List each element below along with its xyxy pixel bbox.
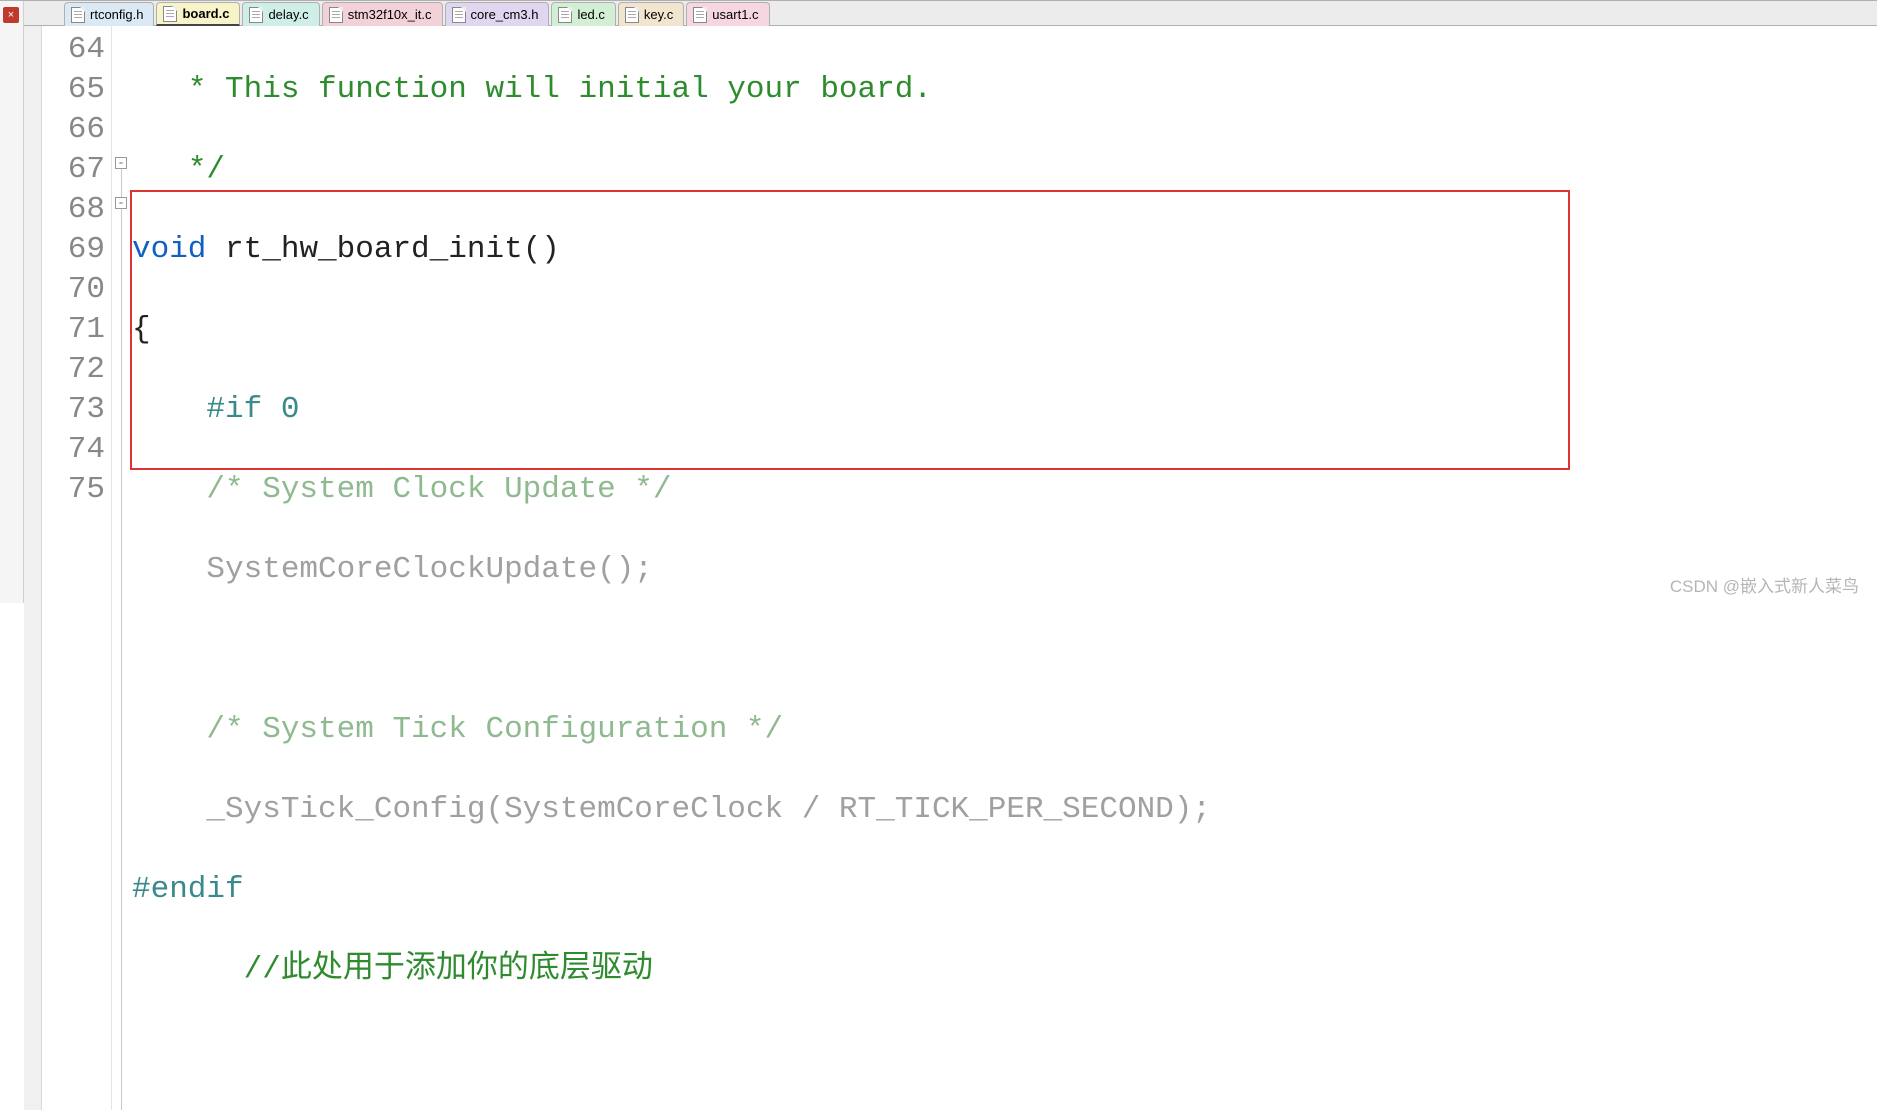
code-text	[206, 232, 225, 267]
tab-label: board.c	[182, 6, 229, 21]
code-comment: * This function will initial your board.	[188, 72, 932, 107]
file-icon	[163, 6, 177, 22]
file-icon	[71, 7, 85, 23]
app-frame: × rtconfig.h board.c delay.c stm32f10x_i…	[0, 0, 1877, 603]
tab-stm32it[interactable]: stm32f10x_it.c	[322, 2, 443, 26]
file-icon	[249, 7, 263, 23]
line-number: 73	[42, 390, 105, 430]
code-indent	[132, 392, 206, 427]
file-icon	[625, 7, 639, 23]
line-number: 66	[42, 110, 105, 150]
line-number: 67	[42, 150, 105, 190]
code-disabled: _SysTick_Config(SystemCoreClock / RT_TIC…	[206, 792, 1211, 827]
tab-label: usart1.c	[712, 7, 758, 22]
tab-label: led.c	[577, 7, 604, 22]
file-icon	[693, 7, 707, 23]
file-icon	[452, 7, 466, 23]
file-icon	[329, 7, 343, 23]
line-number: 64	[42, 30, 105, 70]
line-number: 68	[42, 190, 105, 230]
tab-label: core_cm3.h	[471, 7, 539, 22]
line-number: 69	[42, 230, 105, 270]
tab-label: delay.c	[268, 7, 308, 22]
code-comment: //此处用于添加你的底层驱动	[244, 952, 653, 987]
line-number: 74	[42, 430, 105, 470]
tab-delay[interactable]: delay.c	[242, 2, 319, 26]
editor[interactable]: 64 65 66 67 68 69 70 71 72 73 74 75 - - …	[24, 26, 1877, 1110]
code-area[interactable]: * This function will initial your board.…	[132, 26, 1877, 1110]
tab-rtconfig[interactable]: rtconfig.h	[64, 2, 154, 26]
code-indent	[132, 952, 244, 987]
tab-label: rtconfig.h	[90, 7, 143, 22]
tab-corecm3[interactable]: core_cm3.h	[445, 2, 550, 26]
line-number: 72	[42, 350, 105, 390]
line-number: 65	[42, 70, 105, 110]
code-brace: {	[132, 312, 151, 347]
code-text: ()	[523, 232, 560, 267]
fold-guide-line	[121, 166, 122, 1110]
code-disabled: SystemCoreClockUpdate();	[206, 552, 652, 587]
code-indent	[132, 152, 188, 187]
code-keyword: void	[132, 232, 206, 267]
file-icon	[558, 7, 572, 23]
line-number: 70	[42, 270, 105, 310]
code-comment: */	[188, 152, 225, 187]
code-indent	[132, 72, 188, 107]
tab-label: key.c	[644, 7, 673, 22]
code-identifier: rt_hw_board_init	[225, 232, 523, 267]
code-comment: /* System Tick Configuration */	[206, 712, 783, 747]
code-indent	[132, 472, 206, 507]
line-number: 75	[42, 470, 105, 510]
main-area: rtconfig.h board.c delay.c stm32f10x_it.…	[24, 1, 1877, 603]
fold-gutter: - -	[112, 26, 132, 1110]
fold-toggle-icon[interactable]: -	[115, 197, 127, 209]
fold-toggle-icon[interactable]: -	[115, 157, 127, 169]
line-number: 71	[42, 310, 105, 350]
watermark-text: CSDN @嵌入式新人菜鸟	[1670, 572, 1859, 597]
tab-usart1[interactable]: usart1.c	[686, 2, 769, 26]
code-comment: /* System Clock Update */	[206, 472, 671, 507]
code-indent	[132, 712, 206, 747]
code-preprocessor: #endif	[132, 872, 244, 907]
close-icon[interactable]: ×	[3, 7, 19, 23]
tab-led[interactable]: led.c	[551, 2, 615, 26]
line-number-gutter: 64 65 66 67 68 69 70 71 72 73 74 75	[42, 26, 112, 1110]
tab-label: stm32f10x_it.c	[348, 7, 432, 22]
left-gutter: ×	[0, 1, 24, 603]
tab-key[interactable]: key.c	[618, 2, 684, 26]
tab-board[interactable]: board.c	[156, 2, 240, 26]
editor-margin	[24, 26, 42, 1110]
code-preprocessor: #if 0	[206, 392, 299, 427]
code-indent	[132, 552, 206, 587]
tab-bar: rtconfig.h board.c delay.c stm32f10x_it.…	[24, 1, 1877, 26]
code-indent	[132, 792, 206, 827]
